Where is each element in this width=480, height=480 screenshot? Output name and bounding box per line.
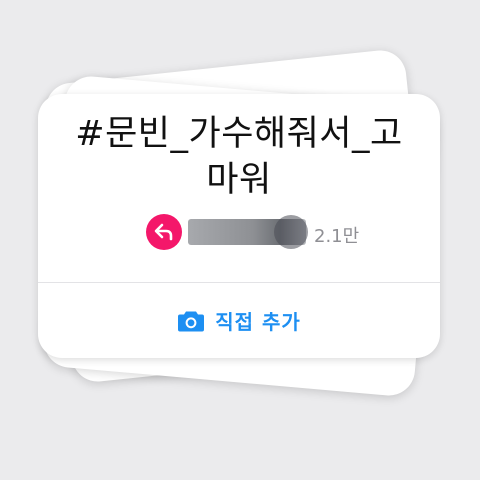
camera-icon: [178, 311, 205, 331]
prompt-title: #문빈_가수해줘서_고 마워: [38, 111, 440, 203]
prompt-card: #문빈_가수해줘서_고 마워 2.1만 직접 추가: [38, 94, 440, 358]
responses-row[interactable]: 2.1만: [146, 212, 366, 252]
response-count: 2.1만: [314, 226, 360, 247]
avatar: [274, 215, 308, 249]
add-direct-button[interactable]: 직접 추가: [38, 283, 440, 358]
prompt-title-line-2: 마워: [206, 160, 272, 200]
add-direct-label: 직접 추가: [215, 310, 301, 334]
reply-button[interactable]: [146, 214, 182, 250]
reply-arrow-icon: [154, 223, 173, 241]
prompt-title-line-1: #문빈_가수해줘서_고: [75, 114, 403, 154]
